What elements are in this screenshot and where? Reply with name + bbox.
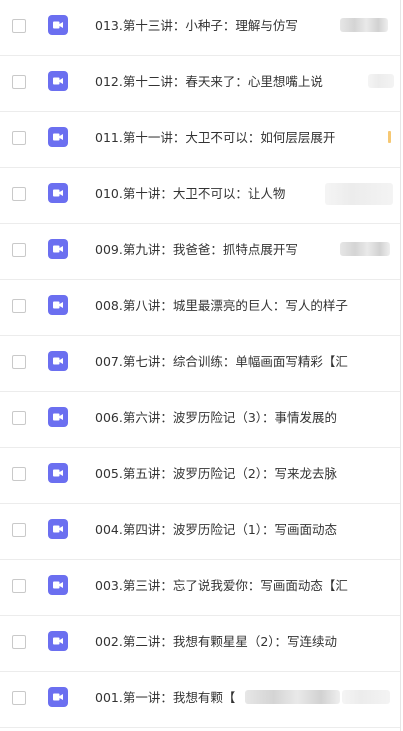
select-checkbox[interactable] [12, 579, 26, 593]
select-checkbox[interactable] [12, 691, 26, 705]
lesson-title[interactable]: 004.第四讲：波罗历险记（1）：写画面动态 [95, 520, 400, 540]
select-checkbox[interactable] [12, 75, 26, 89]
lesson-row[interactable]: 006.第六讲：波罗历险记（3）：事情发展的 [0, 392, 400, 448]
video-icon [48, 127, 68, 147]
lesson-row[interactable]: 004.第四讲：波罗历险记（1）：写画面动态 [0, 504, 400, 560]
lesson-row[interactable]: 007.第七讲：综合训练：单幅画面写精彩【汇 [0, 336, 400, 392]
select-checkbox[interactable] [12, 243, 26, 257]
select-checkbox[interactable] [12, 355, 26, 369]
video-icon [48, 71, 68, 91]
redaction-blur [340, 18, 388, 32]
lesson-row[interactable]: 008.第八讲：城里最漂亮的巨人：写人的样子 [0, 280, 400, 336]
lesson-title[interactable]: 008.第八讲：城里最漂亮的巨人：写人的样子 [95, 296, 400, 316]
video-icon [48, 15, 68, 35]
select-checkbox[interactable] [12, 635, 26, 649]
lesson-title[interactable]: 012.第十二讲：春天来了：心里想嘴上说 [95, 72, 400, 92]
lesson-title[interactable]: 005.第五讲：波罗历险记（2）：写来龙去脉 [95, 464, 400, 484]
lesson-row[interactable]: 005.第五讲：波罗历险记（2）：写来龙去脉 [0, 448, 400, 504]
lesson-row[interactable]: 001.第一讲：我想有颗【 [0, 672, 400, 728]
lesson-title[interactable]: 011.第十一讲：大卫不可以：如何层层展开 [95, 128, 400, 148]
panel-border [400, 0, 401, 731]
select-checkbox[interactable] [12, 131, 26, 145]
redaction-blur [325, 183, 393, 205]
video-icon [48, 463, 68, 483]
course-lesson-list-page: 013.第十三讲：小种子：理解与仿写 012.第十二讲：春天来了：心里想嘴上说 … [0, 0, 403, 731]
select-checkbox[interactable] [12, 411, 26, 425]
video-icon [48, 687, 68, 707]
lesson-row[interactable]: 011.第十一讲：大卫不可以：如何层层展开 [0, 112, 400, 168]
highlight-marker [388, 131, 391, 143]
lesson-row[interactable]: 009.第九讲：我爸爸：抓特点展开写 [0, 224, 400, 280]
lesson-row[interactable]: 010.第十讲：大卫不可以：让人物 [0, 168, 400, 224]
lesson-title[interactable]: 007.第七讲：综合训练：单幅画面写精彩【汇 [95, 352, 400, 372]
select-checkbox[interactable] [12, 187, 26, 201]
video-icon [48, 295, 68, 315]
redaction-blur [368, 74, 394, 88]
lesson-title[interactable]: 002.第二讲：我想有颗星星（2）：写连续动 [95, 632, 400, 652]
lesson-list: 013.第十三讲：小种子：理解与仿写 012.第十二讲：春天来了：心里想嘴上说 … [0, 0, 400, 728]
redaction-blur [342, 690, 390, 704]
lesson-row[interactable]: 003.第三讲：忘了说我爱你：写画面动态【汇 [0, 560, 400, 616]
select-checkbox[interactable] [12, 523, 26, 537]
select-checkbox[interactable] [12, 467, 26, 481]
redaction-blur [245, 690, 340, 704]
redaction-blur [340, 242, 390, 256]
video-icon [48, 183, 68, 203]
video-icon [48, 351, 68, 371]
video-icon [48, 631, 68, 651]
lesson-row[interactable]: 012.第十二讲：春天来了：心里想嘴上说 [0, 56, 400, 112]
video-icon [48, 575, 68, 595]
video-icon [48, 407, 68, 427]
video-icon [48, 239, 68, 259]
video-icon [48, 519, 68, 539]
select-checkbox[interactable] [12, 19, 26, 33]
select-checkbox[interactable] [12, 299, 26, 313]
lesson-row[interactable]: 002.第二讲：我想有颗星星（2）：写连续动 [0, 616, 400, 672]
lesson-row[interactable]: 013.第十三讲：小种子：理解与仿写 [0, 0, 400, 56]
lesson-title[interactable]: 006.第六讲：波罗历险记（3）：事情发展的 [95, 408, 400, 428]
lesson-title[interactable]: 003.第三讲：忘了说我爱你：写画面动态【汇 [95, 576, 400, 596]
